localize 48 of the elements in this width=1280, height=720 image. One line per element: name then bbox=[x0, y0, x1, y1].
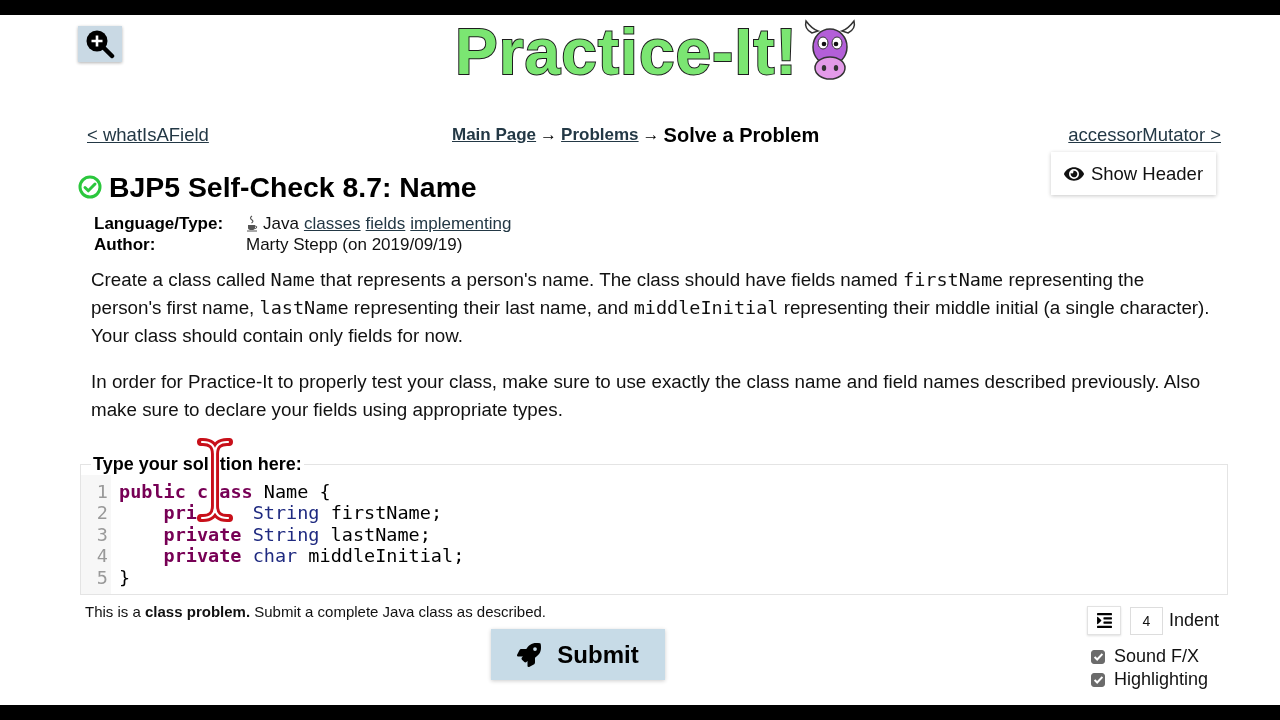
coffee-cup-icon bbox=[246, 214, 258, 232]
meta-label: Language/Type: bbox=[94, 212, 225, 234]
checkbox[interactable] bbox=[1091, 672, 1105, 687]
tag-link[interactable]: classes bbox=[303, 212, 361, 234]
checkmark-icon bbox=[1093, 675, 1103, 684]
breadcrumb-separator: → bbox=[642, 125, 660, 145]
problem-note: This is a class problem. Submit a complete Java class as described. bbox=[85, 603, 547, 621]
logo-wordmark: Practice-It! bbox=[455, 19, 798, 85]
breadcrumb-link[interactable]: Main Page bbox=[452, 125, 537, 145]
previous-link[interactable]: < whatIsAField bbox=[87, 124, 209, 146]
editor-legend: tion here: bbox=[219, 453, 302, 475]
checkbox-label: Sound F/X bbox=[1114, 646, 1200, 667]
checkmark-icon bbox=[1093, 652, 1103, 661]
zoom-button[interactable] bbox=[78, 26, 122, 62]
breadcrumb-separator: → bbox=[540, 125, 558, 145]
code-editor[interactable]: 1 2 3 4 5 public c ass Name { pri String firstName; private String lastName; private char middleInitial; } bbox=[81, 474, 1227, 594]
zoom-in-icon bbox=[85, 29, 115, 59]
indent-icon bbox=[1095, 612, 1113, 629]
code-line: private char middleInitial; bbox=[163, 545, 465, 567]
line-number: 5 bbox=[96, 566, 108, 588]
code-line: public c ass Name { bbox=[119, 480, 331, 502]
code-line: private String lastName; bbox=[163, 523, 431, 545]
indent-label: Indent bbox=[1169, 610, 1220, 631]
rocket-icon bbox=[517, 642, 542, 667]
line-number: 4 bbox=[96, 545, 108, 567]
meta-label: Author: bbox=[94, 233, 157, 255]
line-number: 2 bbox=[96, 502, 108, 524]
show-header-button[interactable]: Show Header bbox=[1051, 152, 1216, 195]
editor-legend: Type your sol bbox=[93, 453, 209, 475]
description-paragraph: Create a class called Name that represents a person's name. The class should have fields named firstName representing the person's first name, lastName representing their last name, and middleInitial representing their middle initial (a single character). Your class should contain only fields for now. bbox=[91, 268, 1211, 348]
submit-button[interactable]: Submit bbox=[491, 629, 665, 680]
problem-title: BJP5 Self-Check 8.7: Name bbox=[109, 172, 477, 202]
breadcrumb-current: Solve a Problem bbox=[663, 123, 820, 147]
checkbox[interactable] bbox=[1091, 649, 1105, 664]
indent-button[interactable] bbox=[1087, 606, 1121, 635]
line-number: 1 bbox=[96, 480, 108, 502]
code-line: } bbox=[119, 566, 131, 588]
breadcrumb-link[interactable]: Problems bbox=[561, 125, 639, 145]
line-number: 3 bbox=[96, 523, 108, 545]
indent-field[interactable]: 4 bbox=[1130, 606, 1163, 635]
tag-link[interactable]: implementing bbox=[410, 212, 512, 234]
code-line: pri String firstName; bbox=[163, 502, 443, 524]
tag-link[interactable]: fields bbox=[365, 212, 406, 234]
description-paragraph: In order for Practice-It to properly test your class, make sure to use exactly the class name and field names described previously. Also make sure to declare your fields using appropriate types. bbox=[91, 370, 1202, 422]
checkbox-label: Highlighting bbox=[1114, 669, 1209, 690]
next-link[interactable]: accessorMutator > bbox=[1068, 124, 1221, 146]
meta-value: Marty Stepp (on 2019/09/19) bbox=[246, 233, 463, 255]
meta-value: Java bbox=[263, 212, 299, 234]
